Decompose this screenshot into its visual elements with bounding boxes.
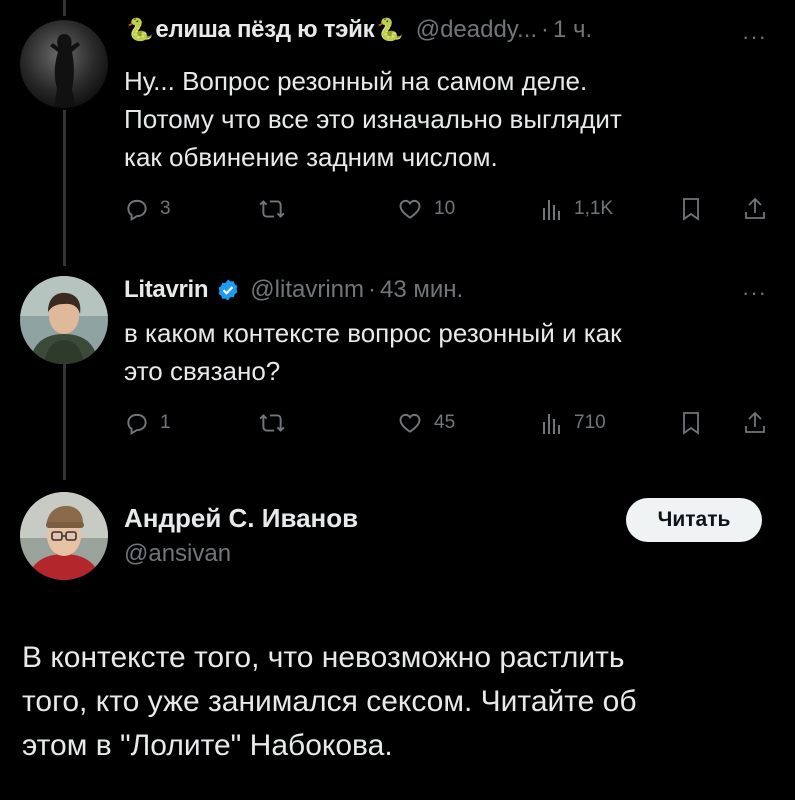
bookmark-icon <box>683 412 699 435</box>
views-icon <box>543 200 560 220</box>
author-name[interactable]: Litavrin <box>124 276 209 304</box>
tweet-text-line: Потому что все это изначально выглядит <box>124 104 622 134</box>
tweet-text-line: как обвинение задним числом. <box>124 142 498 172</box>
share-button[interactable] <box>743 410 767 436</box>
bookmark-icon <box>683 198 699 221</box>
verified-badge-icon <box>216 278 240 302</box>
views-icon <box>543 414 560 434</box>
share-icon <box>745 411 765 433</box>
views-count: 710 <box>574 412 606 433</box>
retweet-button[interactable] <box>258 410 296 436</box>
share-icon <box>745 197 765 219</box>
author-name[interactable]: елиша пёзд ю тэйк <box>155 16 374 44</box>
more-options-icon[interactable]: ··· <box>742 26 767 48</box>
separator-dot: · <box>368 276 377 303</box>
heart-icon <box>399 199 421 219</box>
views-button[interactable]: 1,1K <box>540 196 613 222</box>
share-button[interactable] <box>743 196 767 222</box>
author-handle[interactable]: @ansivan <box>124 540 231 568</box>
retweet-icon <box>259 200 285 218</box>
snake-emoji-icon: 🐍 <box>376 17 404 42</box>
reply-count: 1 <box>160 412 171 433</box>
author-handle[interactable]: @deaddy... <box>416 16 537 44</box>
like-button[interactable]: 45 <box>396 410 455 436</box>
tweet-text-line: этом в "Лолите" Набокова. <box>22 729 393 762</box>
tweet-text-line: это связано? <box>124 356 281 386</box>
timestamp[interactable]: 1 ч. <box>553 16 592 44</box>
thread-connector <box>63 0 66 16</box>
retweet-button[interactable] <box>258 196 296 222</box>
avatar[interactable] <box>20 492 108 580</box>
thread-view: 🐍 елиша пёзд ю тэйк 🐍 @deaddy... · 1 ч. … <box>0 0 795 800</box>
avatar[interactable] <box>20 276 108 364</box>
avatar[interactable] <box>20 20 108 108</box>
reply-icon <box>127 199 147 222</box>
tweet-text: в каком контексте вопрос резонный и как … <box>124 314 764 390</box>
reply-count: 3 <box>160 198 171 219</box>
like-count: 10 <box>434 198 456 219</box>
action-bar: 1 45 710 <box>124 410 774 440</box>
reply-button[interactable]: 3 <box>124 196 171 222</box>
tweet-text-line: того, кто уже занимался сексом. Читайте … <box>22 685 637 718</box>
tweet-text: Ну... Вопрос резонный на самом деле. Пот… <box>124 62 764 176</box>
thread-connector <box>63 360 66 480</box>
views-button[interactable]: 710 <box>540 410 606 436</box>
tweet-header: Litavrin @litavrinm · 43 мин. <box>124 276 463 304</box>
views-count: 1,1K <box>574 198 614 219</box>
tweet-text-line: в каком контексте вопрос резонный и как <box>124 318 622 348</box>
separator-dot: · <box>541 16 550 43</box>
action-bar: 3 10 1,1K <box>124 196 774 226</box>
thread-connector <box>63 110 66 266</box>
main-tweet-text: В контексте того, что невозможно растлит… <box>22 636 782 768</box>
author-handle[interactable]: @litavrinm <box>250 276 364 304</box>
heart-icon <box>399 413 421 433</box>
like-button[interactable]: 10 <box>396 196 455 222</box>
bookmark-button[interactable] <box>679 410 703 436</box>
reply-button[interactable]: 1 <box>124 410 171 436</box>
snake-emoji-icon: 🐍 <box>126 17 154 42</box>
retweet-icon <box>259 414 285 432</box>
tweet-text-line: В контексте того, что невозможно растлит… <box>22 641 625 674</box>
bookmark-button[interactable] <box>679 196 703 222</box>
tweet-header: 🐍 елиша пёзд ю тэйк 🐍 @deaddy... · 1 ч. <box>124 16 592 44</box>
tweet-text-line: Ну... Вопрос резонный на самом деле. <box>124 66 588 96</box>
more-options-icon[interactable]: ··· <box>742 282 767 304</box>
author-name[interactable]: Андрей С. Иванов <box>124 503 358 534</box>
follow-button[interactable]: Читать <box>626 498 762 542</box>
reply-icon <box>127 413 147 436</box>
like-count: 45 <box>434 412 456 433</box>
timestamp[interactable]: 43 мин. <box>380 276 463 304</box>
